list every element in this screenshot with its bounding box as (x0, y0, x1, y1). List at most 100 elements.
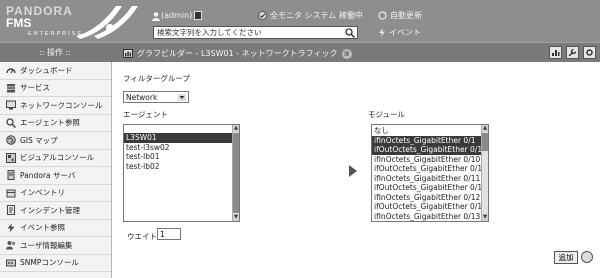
top-header: PANDORA FMS ENTERPRISE (admin) 全モニタ システム… (0, 0, 600, 42)
settings-icon[interactable] (583, 46, 596, 59)
sidebar-item-network-console[interactable]: ネットワークコンソール (0, 97, 111, 115)
module-label: モジュール (368, 110, 405, 119)
agent-browser-icon (6, 118, 16, 128)
list-option[interactable]: ifOutOctets_GigabitEther 0/11 (372, 183, 481, 193)
refresh-icon (378, 11, 387, 20)
dashboard-icon (6, 65, 16, 75)
gis-map-icon (6, 135, 16, 146)
agent-label: エージェント (123, 110, 168, 119)
sidebar-item-gis-map[interactable]: GIS マップ (0, 132, 111, 150)
visual-console-icon (6, 152, 16, 163)
sidebar-item-incidents[interactable]: インシデント管理 (0, 202, 111, 220)
agent-list-scrollbar[interactable]: ▲ ▼ (232, 125, 239, 221)
sidebar-item-label: Pandora サーバ (20, 170, 76, 180)
sidebar-item-inventory[interactable]: インベントリ (0, 185, 111, 202)
sidebar-item-label: イベント参照 (20, 223, 65, 233)
sidebar-item-label: ビジュアルコンソール (20, 153, 95, 163)
sidebar-item-label: GIS マップ (20, 135, 58, 145)
sidebar-item-label: インシデント管理 (20, 205, 80, 215)
current-user[interactable]: (admin) (161, 11, 192, 20)
add-button[interactable]: 追加 (554, 251, 578, 264)
logo-fms: FMS (6, 16, 32, 30)
list-option[interactable]: test-l3sw02 (124, 143, 233, 153)
sub-header-bar: :: 操作 :: グラフビルダー - L3SW01 - ネットワークトラフィック… (0, 42, 600, 62)
sidebar-item-services[interactable]: サービス (0, 80, 111, 97)
module-list[interactable]: なし ifInOctets_GigabitEther 0/1 ifOutOctets… (371, 124, 489, 222)
lightning-icon (379, 28, 385, 37)
search-box (153, 26, 358, 39)
scroll-thumb[interactable] (233, 133, 239, 213)
system-status[interactable]: 全モニタ システム 稼働中 (258, 10, 363, 21)
list-option[interactable]: ifOutOctets_GigabitEther 0/10 (372, 164, 481, 174)
search-icon[interactable] (345, 28, 355, 38)
sidebar-item-agent-browser[interactable]: エージェント参照 (0, 115, 111, 132)
auto-refresh-link[interactable]: 自動更新 (378, 10, 422, 21)
search-input[interactable] (157, 28, 342, 37)
chevron-down-icon (178, 93, 186, 101)
breadcrumb: グラフビルダー - L3SW01 - ネットワークトラフィック ③ (123, 48, 352, 59)
inventory-icon (6, 188, 16, 198)
pandora-fms-logo[interactable]: PANDORA FMS ENTERPRISE (2, 2, 142, 40)
list-option[interactable]: ifInOctets_GigabitEther 0/10 (372, 155, 481, 165)
list-option[interactable]: ifOutOctets_GigabitEther 0/12 (372, 202, 481, 212)
scroll-up-icon[interactable]: ▲ (233, 125, 239, 132)
graph-builder-icon (123, 49, 133, 58)
sidebar-item-pandora-server[interactable]: Pandora サーバ (0, 167, 111, 185)
server-icon (6, 170, 16, 181)
sidebar-item-label: サービス (20, 83, 50, 93)
sidebar-item-label: ダッシュボード (20, 65, 73, 75)
filter-group-select[interactable]: Network (123, 91, 189, 103)
list-option[interactable]: ifInOctets_GigabitEther 0/12 (372, 193, 481, 203)
list-option[interactable]: なし (372, 126, 481, 136)
incident-icon (6, 205, 16, 216)
scroll-thumb[interactable] (482, 133, 488, 151)
status-check-icon (258, 11, 267, 20)
events-icon (6, 223, 16, 233)
module-list-scrollbar[interactable]: ▲ ▼ (481, 125, 488, 221)
sidebar-item-dashboard[interactable]: ダッシュボード (0, 62, 111, 80)
sidebar-item-label: エージェント参照 (20, 118, 80, 128)
sidebar-item-snmp-console[interactable]: SNMPコンソール (0, 255, 111, 272)
list-option[interactable]: ifInOctets_GigabitEther 0/11 (372, 174, 481, 184)
scroll-down-icon[interactable]: ▼ (482, 214, 488, 221)
sidebar-item-label: インベントリ (20, 188, 65, 198)
system-status-text: 全モニタ システム 稼働中 (270, 11, 363, 20)
scroll-up-icon[interactable]: ▲ (482, 125, 488, 132)
weight-input[interactable] (157, 228, 181, 240)
list-option[interactable]: test-lb01 (124, 152, 233, 162)
weight-label: ウエイト (127, 232, 157, 241)
operation-sidebar: ダッシュボード サービス ネットワークコンソール エージェント参照 GIS マッ… (0, 62, 112, 278)
scroll-top-icon[interactable] (581, 251, 593, 263)
sidebar-item-user-edit[interactable]: ユーザ情報編集 (0, 237, 111, 255)
list-option[interactable]: ifInOctets_GigabitEther 0/1 (372, 135, 481, 145)
user-edit-icon (6, 240, 16, 250)
list-option[interactable]: ifOutOctets_GigabitEther 0/1 (372, 145, 481, 155)
menu-title: :: 操作 :: (39, 48, 71, 57)
logo-swoosh-icon (76, 6, 138, 39)
sidebar-item-events[interactable]: イベント参照 (0, 220, 111, 237)
events-label: イベント (389, 28, 421, 37)
logout-icon[interactable] (194, 11, 202, 20)
wrench-icon[interactable] (566, 46, 579, 59)
help-badge[interactable]: ③ (341, 48, 352, 59)
sidebar-item-label: ユーザ情報編集 (20, 240, 73, 250)
list-option[interactable]: L3SW01 (124, 133, 233, 143)
agent-list[interactable]: L3SW01 test-l3sw02 test-lb01 test-lb02 ▲ ▼ (123, 124, 240, 222)
sidebar-item-label: ネットワークコンソール (20, 100, 103, 110)
list-option[interactable]: ifInOctets_GigabitEther 0/13 (372, 212, 481, 222)
list-option[interactable]: test-lb02 (124, 162, 233, 172)
graph-view-icon[interactable] (549, 46, 562, 59)
header-tools (549, 46, 596, 59)
page-title: グラフビルダー - L3SW01 - ネットワークトラフィック (137, 49, 338, 58)
snmp-console-icon (6, 258, 16, 268)
filter-group-value: Network (126, 92, 158, 102)
events-link[interactable]: イベント (378, 27, 421, 38)
agent-options: L3SW01 test-l3sw02 test-lb01 test-lb02 (124, 125, 239, 171)
sidebar-item-label: SNMPコンソール (20, 258, 79, 268)
arrow-right-icon (349, 165, 357, 177)
scroll-down-icon[interactable]: ▼ (233, 214, 239, 221)
graph-builder-form: フィルターグループ Network エージェント モジュール L3SW01 tes… (113, 62, 600, 278)
module-options: なし ifInOctets_GigabitEther 0/1 ifOutOctets… (372, 125, 488, 221)
network-console-icon (6, 100, 16, 110)
sidebar-item-visual-console[interactable]: ビジュアルコンソール (0, 150, 111, 167)
